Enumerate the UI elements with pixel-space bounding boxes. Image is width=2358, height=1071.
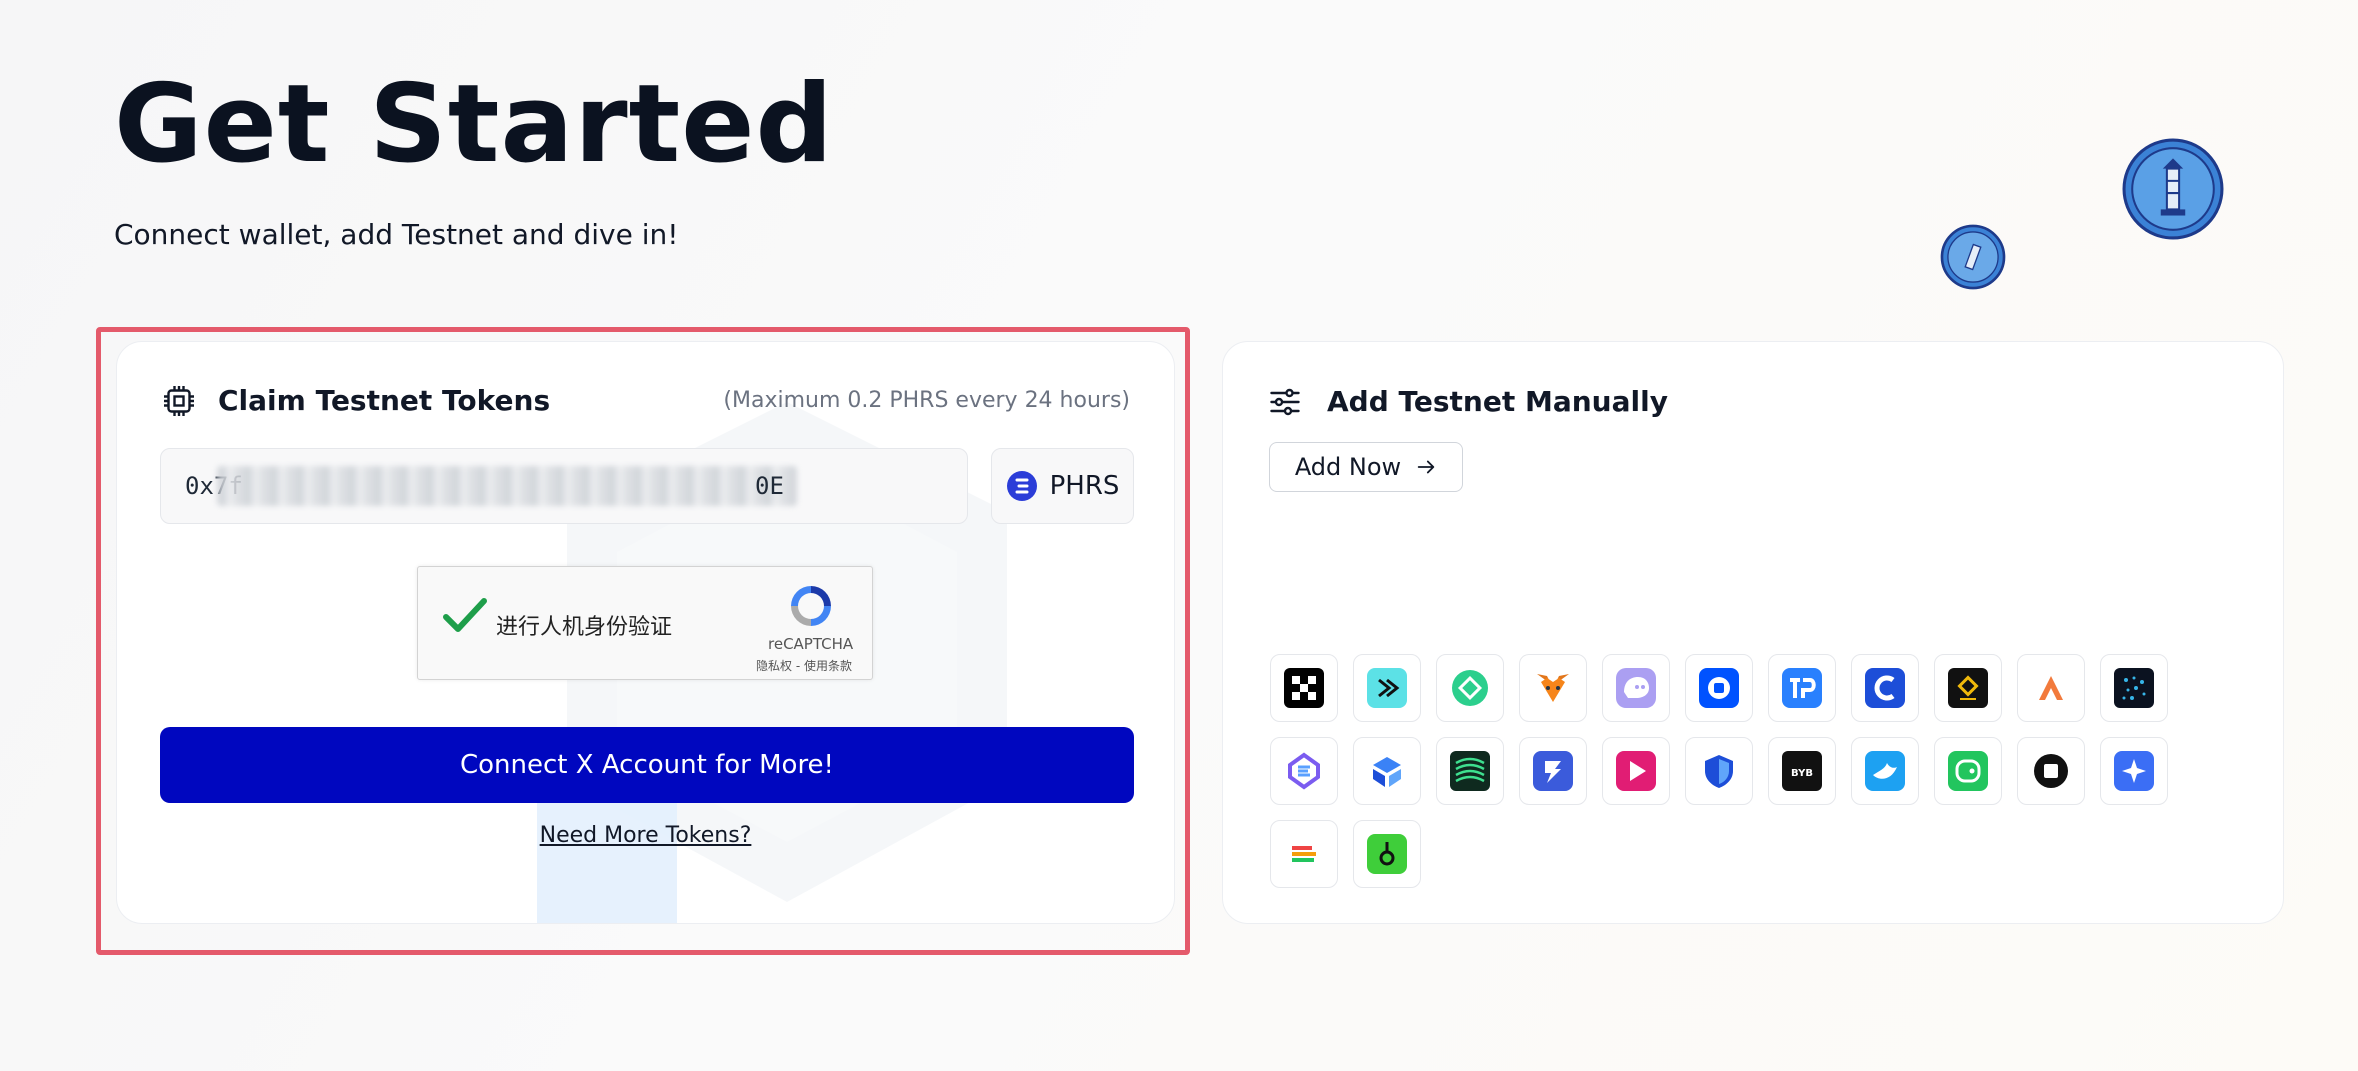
sliders-icon <box>1270 388 1300 416</box>
metamask-icon[interactable] <box>1519 654 1587 722</box>
sparkle-wallet-icon[interactable] <box>2100 737 2168 805</box>
okx-wallet-icon[interactable] <box>1270 654 1338 722</box>
square-wallet-icon[interactable] <box>2017 737 2085 805</box>
manual-title: Add Testnet Manually <box>1327 385 1668 418</box>
lighthouse-coin-small-icon <box>1940 224 2006 290</box>
binance-wallet-icon[interactable] <box>1934 654 2002 722</box>
stripe-wallet-icon[interactable] <box>1436 737 1504 805</box>
page-subtitle: Connect wallet, add Testnet and dive in! <box>114 218 679 251</box>
tokenpocket-icon[interactable] <box>1768 654 1836 722</box>
bybit-wallet-icon[interactable]: BYB <box>1768 737 1836 805</box>
lines-wallet-icon[interactable] <box>1270 820 1338 888</box>
highlight-frame <box>96 327 1190 955</box>
phantom-icon[interactable] <box>1602 654 1670 722</box>
bird-wallet-icon[interactable] <box>1851 737 1919 805</box>
lighthouse-coin-icon <box>2122 138 2224 240</box>
cyber-wallet-icon[interactable] <box>1851 654 1919 722</box>
blockchain-wallet-icon[interactable] <box>1353 737 1421 805</box>
shield-wallet-icon[interactable] <box>1685 737 1753 805</box>
svg-text:BYB: BYB <box>1791 768 1813 779</box>
bitget-wallet-icon[interactable] <box>1353 654 1421 722</box>
arrow-right-icon <box>1417 460 1435 474</box>
coinbase-wallet-icon[interactable] <box>1685 654 1753 722</box>
flash-wallet-icon[interactable] <box>1519 737 1587 805</box>
key-wallet-icon[interactable] <box>1353 820 1421 888</box>
aptos-wallet-icon[interactable] <box>2017 654 2085 722</box>
chat-wallet-icon[interactable] <box>1934 737 2002 805</box>
page-title: Get Started <box>114 62 834 187</box>
bitverse-wallet-icon[interactable] <box>1436 654 1504 722</box>
play-wallet-icon[interactable] <box>1602 737 1670 805</box>
add-testnet-manual-card: Add Testnet Manually Add Now BYB <box>1222 341 2284 924</box>
add-now-button[interactable]: Add Now <box>1269 442 1463 492</box>
particle-wallet-icon[interactable] <box>2100 654 2168 722</box>
add-now-label: Add Now <box>1294 453 1402 481</box>
ethereum-wallet-icon[interactable] <box>1270 737 1338 805</box>
